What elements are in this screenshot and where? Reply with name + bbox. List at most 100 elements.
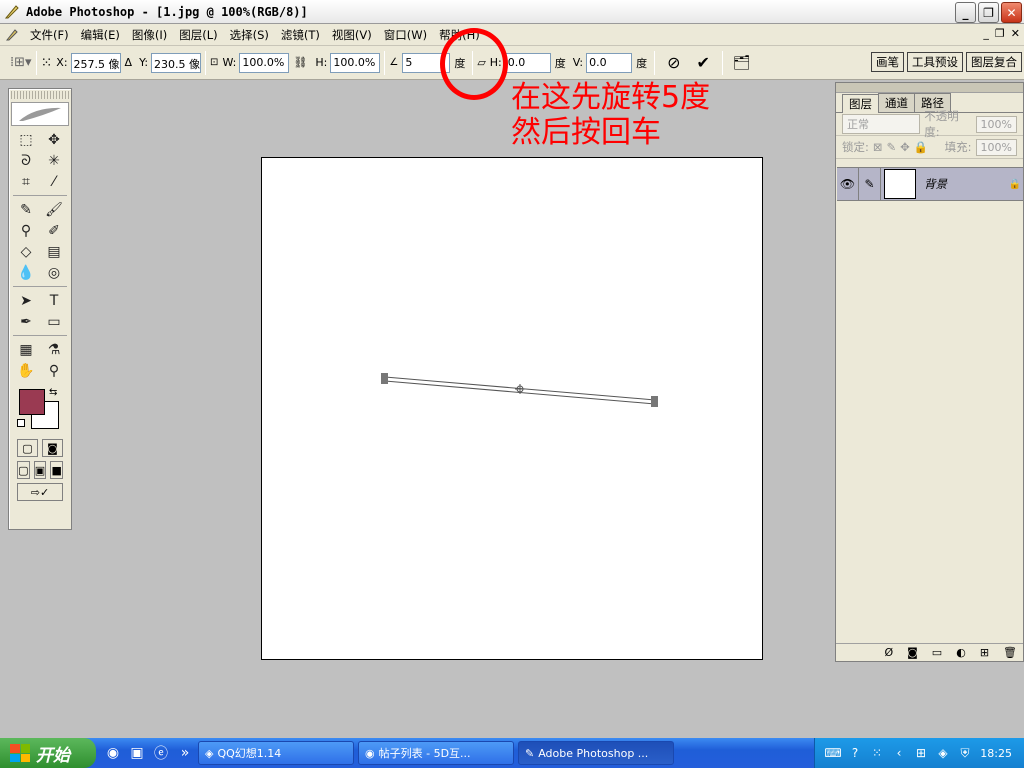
file-browser-icon[interactable]: 🗂 [733, 55, 751, 71]
menu-window[interactable]: 窗口(W) [378, 27, 433, 43]
menu-view[interactable]: 视图(V) [326, 27, 378, 43]
default-colors-icon[interactable] [17, 419, 25, 427]
type-tool-icon[interactable]: T [41, 290, 67, 311]
doc-close-button[interactable]: ✕ [1011, 27, 1020, 40]
new-layer-icon[interactable]: ⊞ [980, 646, 989, 659]
quick-mask-mode-button[interactable]: ◙ [42, 439, 63, 457]
network-icon[interactable]: ⊞ [913, 745, 929, 761]
height-field[interactable]: 100.0% [330, 52, 381, 73]
layer-style-icon[interactable]: Ø [884, 646, 893, 659]
blend-mode-select[interactable]: 正常 [842, 114, 921, 134]
pen-tool-icon[interactable]: ✒ [13, 311, 39, 332]
menu-edit[interactable]: 编辑(E) [75, 27, 126, 43]
foreground-color-swatch[interactable] [19, 389, 45, 415]
dodge-tool-icon[interactable]: ◎ [41, 262, 67, 283]
fill-field[interactable]: 100% [975, 138, 1017, 156]
cancel-transform-icon[interactable]: ⊘ [667, 53, 680, 72]
document-canvas[interactable] [261, 157, 763, 660]
tab-layers[interactable]: 图层 [842, 94, 879, 113]
clone-stamp-tool-icon[interactable]: ⚲ [13, 220, 39, 241]
tab-layer-comps[interactable]: 图层复合 [966, 52, 1022, 72]
photoshop-logo-icon[interactable] [11, 102, 69, 126]
panel-grip[interactable] [836, 83, 1023, 93]
shape-tool-icon[interactable]: ▭ [41, 311, 67, 332]
lock-transparency-icon[interactable]: ⊠ [873, 140, 883, 154]
history-brush-tool-icon[interactable]: ✐ [41, 220, 67, 241]
restore-button[interactable]: ❐ [978, 2, 999, 23]
task-photoshop[interactable]: ✎ Adobe Photoshop ... [518, 741, 674, 765]
adjustment-layer-icon[interactable]: ◐ [956, 646, 966, 659]
firefox-icon[interactable]: ◉ [104, 744, 122, 762]
help-icon[interactable]: ? [847, 745, 863, 761]
start-button[interactable]: 开始 [0, 738, 96, 768]
hand-tool-icon[interactable]: ✋ [13, 360, 39, 381]
eyedropper-tool-icon[interactable]: ⚗ [41, 339, 67, 360]
tab-tool-presets[interactable]: 工具预设 [907, 52, 963, 72]
magic-wand-tool-icon[interactable]: ✳ [41, 150, 67, 171]
screen-mode-full-menu-button[interactable]: ▣ [33, 461, 47, 479]
keyboard-icon[interactable]: ⌨ [824, 745, 841, 761]
menu-filter[interactable]: 滤镜(T) [275, 27, 326, 43]
minimize-button[interactable]: _ [955, 2, 976, 23]
layer-mask-icon[interactable]: ◙ [907, 646, 918, 659]
delete-layer-icon[interactable]: 🗑 [1003, 646, 1017, 659]
hskew-field[interactable]: 0.0 [504, 52, 551, 73]
y-field[interactable]: 230.5 像 [151, 52, 202, 73]
menu-select[interactable]: 选择(S) [224, 27, 275, 43]
screen-mode-full-button[interactable]: ■ [50, 461, 64, 479]
standard-mode-button[interactable]: ▢ [17, 439, 38, 457]
menu-file[interactable]: 文件(F) [24, 27, 75, 43]
qq-tray-icon[interactable]: ◈ [935, 745, 951, 761]
eraser-tool-icon[interactable]: ◇ [13, 241, 39, 262]
width-field[interactable]: 100.0% [239, 52, 290, 73]
security-shield-icon[interactable]: ⛨ [957, 745, 973, 761]
x-field[interactable]: 257.5 像 [70, 52, 121, 73]
desktop-icon[interactable]: ▣ [128, 744, 146, 762]
lasso-tool-icon[interactable]: ᘐ [13, 150, 39, 171]
marquee-tool-icon[interactable]: ⬚ [13, 129, 39, 150]
doc-minimize-button[interactable]: _ [983, 27, 989, 40]
slice-tool-icon[interactable]: ⁄ [41, 171, 67, 192]
tray-collapse-icon[interactable]: ‹ [891, 745, 907, 761]
more-icon[interactable]: » [176, 744, 194, 762]
tab-channels[interactable]: 通道 [878, 93, 915, 112]
ime-icon[interactable]: ⁙ [869, 745, 885, 761]
tool-preset-icon[interactable]: ⁞⊞▾ [10, 55, 32, 70]
opacity-field[interactable]: 100% [975, 115, 1017, 133]
task-qq[interactable]: ◈ QQ幻想1.14 [198, 741, 354, 765]
brush-tool-icon[interactable]: 🖌 [41, 199, 67, 220]
blur-tool-icon[interactable]: 💧 [13, 262, 39, 283]
tab-brushes[interactable]: 画笔 [871, 52, 904, 72]
swap-colors-icon[interactable]: ⇆ [49, 387, 57, 398]
layer-row-background[interactable]: 👁 ✎ 背景 🔒 [837, 167, 1023, 201]
task-forum[interactable]: ◉ 帖子列表 - 5D互... [358, 741, 514, 765]
vskew-field[interactable]: 0.0 [586, 52, 633, 73]
zoom-tool-icon[interactable]: ⚲ [41, 360, 67, 381]
notes-tool-icon[interactable]: ▦ [13, 339, 39, 360]
close-button[interactable]: ✕ [1001, 2, 1022, 23]
menu-layer[interactable]: 图层(L) [173, 27, 223, 43]
healing-brush-tool-icon[interactable]: ✎ [13, 199, 39, 220]
gradient-tool-icon[interactable]: ▤ [41, 241, 67, 262]
ie-icon[interactable]: ⓔ [152, 744, 170, 762]
lock-pixels-icon[interactable]: ✎ [887, 140, 897, 154]
jump-to-imageready-button[interactable]: ⇨✓ [17, 483, 63, 501]
crop-tool-icon[interactable]: ⌗ [13, 171, 39, 192]
link-icon[interactable]: ⛓ [293, 56, 307, 69]
lock-all-icon[interactable]: 🔒 [914, 140, 928, 154]
doc-restore-button[interactable]: ❐ [995, 27, 1005, 40]
clock[interactable]: 18:25 [980, 747, 1012, 760]
screen-mode-standard-button[interactable]: ▢ [17, 461, 30, 479]
transform-handle-left[interactable] [381, 373, 388, 384]
lock-position-icon[interactable]: ✥ [900, 140, 910, 154]
reference-point-icon[interactable]: ⁙ [41, 55, 53, 71]
move-tool-icon[interactable]: ✥ [41, 129, 67, 150]
document-icon[interactable] [4, 27, 20, 43]
commit-transform-icon[interactable]: ✔ [697, 53, 710, 72]
menu-image[interactable]: 图像(I) [126, 27, 173, 43]
new-group-icon[interactable]: ▭ [932, 646, 942, 659]
transform-handle-right[interactable] [651, 396, 658, 407]
visibility-eye-icon[interactable]: 👁 [837, 168, 859, 200]
path-selection-tool-icon[interactable]: ➤ [13, 290, 39, 311]
toolbox-grip[interactable] [11, 91, 69, 99]
